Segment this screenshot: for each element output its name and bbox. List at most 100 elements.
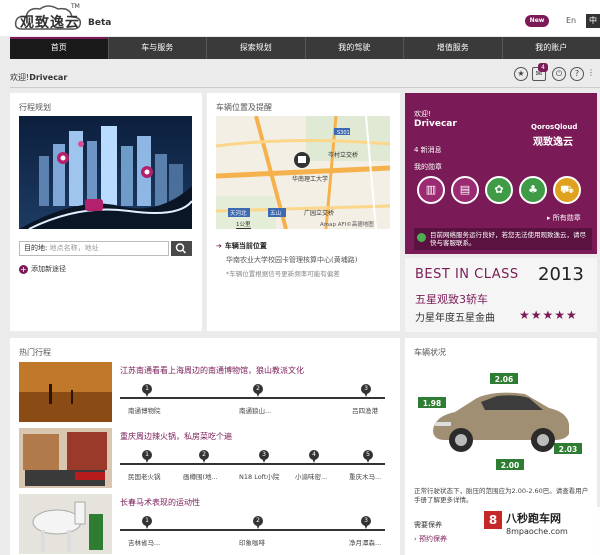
lang-en-link[interactable]: En xyxy=(566,16,576,25)
stop-label: 吉林省马... xyxy=(128,539,161,547)
car-image xyxy=(433,392,569,452)
trip-title: 行程规划 xyxy=(19,103,51,112)
search-button[interactable] xyxy=(171,241,192,256)
medal-route-icon[interactable]: ✿ xyxy=(485,176,513,204)
welcome-user: Drivecar xyxy=(29,73,68,82)
nav-my-account[interactable]: 我的账户 xyxy=(503,37,600,59)
location-title: 车辆位置及提醒 xyxy=(216,103,272,112)
more-icon[interactable]: ⋮ xyxy=(587,67,595,81)
medal-building-icon[interactable]: ▤ xyxy=(451,176,479,204)
reserve-maintenance-label: 预约保养 xyxy=(419,535,448,543)
hot-trips-card: 热门行程 江苏南通看看上海周边的南通博物馆，狼山教派文化 1 2 3 南通博物院… xyxy=(10,338,400,555)
brand-cn: 观致逸云 xyxy=(533,137,573,148)
account-hello: 欢迎! xyxy=(414,110,431,118)
add-route-link[interactable]: + 添加新途径 xyxy=(19,264,66,274)
trip-row[interactable]: 长春马术表现的运动性 1 2 3 吉林省马... 印象咖啡 净月潭森... xyxy=(19,494,391,555)
location-map[interactable]: S301 岑村立交桥 华南理工大学 天河北 五山 广园立交桥 1公里 Amap … xyxy=(216,116,390,229)
stop-label: 民国老火锅 xyxy=(128,473,161,481)
current-address: 华南农业大学校园卡管理核算中心(黄埔路) xyxy=(226,256,358,264)
location-note: *车辆位置根据信号更新频率可能有偏差 xyxy=(226,270,340,278)
stop-pin: 3 xyxy=(259,450,269,463)
all-medals-link[interactable]: ▸ 所有勋章 xyxy=(547,213,581,223)
stop-label: 画樽围(地... xyxy=(183,473,218,481)
trip-title[interactable]: 重庆周边辣火锅，私房菜吃个遍 xyxy=(120,431,232,442)
watermark-logo: 8 xyxy=(484,511,502,529)
service-status-text: 目前网络服务运行良好，若您无法使用观致逸云，请尽快与客服联系。 xyxy=(430,231,586,247)
award-banner[interactable]: BEST IN CLASS 2013 五星观致3轿车 力星年度五星金曲 ★★★★… xyxy=(405,258,597,332)
stop-pin: 3 xyxy=(361,516,371,529)
banner-best-in-class: BEST IN CLASS xyxy=(415,267,519,282)
all-medals-label: 所有勋章 xyxy=(552,214,581,222)
beta-label: Beta xyxy=(88,18,112,28)
hot-trips-title: 热门行程 xyxy=(19,348,51,357)
stop-label: 吕四渔港 xyxy=(352,407,378,415)
top-bar: 观致逸云 TM Beta New En 中 xyxy=(0,0,600,36)
map-attribution: Amap AFI©高德地图 xyxy=(320,222,374,228)
trip-planning-card: 行程规划 目的地: 地点名称，地址 + 添加新途径 xyxy=(10,93,202,331)
new-messages-link[interactable]: 4 新消息 xyxy=(414,145,442,155)
stop-pin: 2 xyxy=(253,384,263,397)
medal-car-icon[interactable]: ⛟ xyxy=(553,176,581,204)
stop-pin: 1 xyxy=(142,516,152,529)
stop-label: 印象咖啡 xyxy=(239,539,265,547)
stop-pin: 5 xyxy=(363,450,373,463)
stop-pin: 2 xyxy=(253,516,263,529)
trip-thumb-image xyxy=(19,428,112,488)
trip-thumb-image xyxy=(19,362,112,422)
trip-timeline xyxy=(120,397,385,399)
nav-explore[interactable]: 探索规划 xyxy=(207,37,306,59)
stop-label: 重庆木马... xyxy=(349,473,382,481)
destination-input[interactable]: 目的地: 地点名称，地址 xyxy=(19,241,169,256)
car-status-title: 车辆状况 xyxy=(414,348,446,357)
city-night-image xyxy=(19,116,192,229)
map-label-wushan: 五山 xyxy=(270,211,282,217)
help-icon[interactable]: ? xyxy=(570,67,584,81)
stop-pin: 2 xyxy=(199,450,209,463)
nav-car-services[interactable]: 车与服务 xyxy=(109,37,207,59)
map-label-guangyuan: 广园立交桥 xyxy=(304,210,335,217)
stop-pin: 4 xyxy=(309,450,319,463)
reserve-maintenance-link[interactable]: › 预约保养 xyxy=(414,534,447,544)
watermark-cn: 八秒跑车网 xyxy=(506,512,561,525)
medals-title: 我的勋章 xyxy=(414,163,442,171)
banner-stars: ★★★★★ xyxy=(519,308,578,322)
star-icon[interactable]: ★ xyxy=(514,67,528,81)
main-nav: 首页 车与服务 探索规划 我的驾驶 增值服务 我的账户 xyxy=(10,37,600,59)
banner-year: 2013 xyxy=(538,264,584,285)
watermark-url: 8mpaoche.com xyxy=(506,527,568,536)
stop-pin: 1 xyxy=(142,450,152,463)
mail-count-badge: 4 xyxy=(538,63,548,72)
destination-label: 目的地: xyxy=(24,244,48,252)
lang-zh-link[interactable]: 中 xyxy=(586,14,600,28)
trip-title[interactable]: 江苏南通看看上海周边的南通博物馆，狼山教派文化 xyxy=(120,365,304,376)
trip-row[interactable]: 重庆周边辣火锅，私房菜吃个遍 1 2 3 4 5 民国老火锅 画樽围(地... … xyxy=(19,428,391,490)
medal-tree-icon[interactable]: ♣ xyxy=(519,176,547,204)
stop-pin: 3 xyxy=(361,384,371,397)
trip-timeline xyxy=(120,463,385,465)
stop-pin: 1 xyxy=(142,384,152,397)
nav-value-added[interactable]: 增值服务 xyxy=(404,37,503,59)
trip-title[interactable]: 长春马术表现的运动性 xyxy=(120,497,200,508)
power-icon[interactable]: ⏻ xyxy=(552,67,566,81)
status-ok-icon xyxy=(417,233,426,242)
account-name: Drivecar xyxy=(414,119,457,129)
nav-home[interactable]: 首页 xyxy=(10,37,109,59)
welcome-prefix: 欢迎! xyxy=(10,73,30,82)
medal-city-icon[interactable]: ▥ xyxy=(417,176,445,204)
site-watermark: 8 八秒跑车网 8mpaoche.com xyxy=(480,507,600,555)
current-location-label: 车辆当前位置 xyxy=(216,241,267,251)
nav-my-driving[interactable]: 我的驾驶 xyxy=(306,37,404,59)
stop-label: N18 Loft小院 xyxy=(239,473,280,481)
banner-line1: 五星观致3轿车 xyxy=(415,293,488,306)
maintenance-label: 需要保养 xyxy=(414,521,442,529)
trademark: TM xyxy=(71,3,80,10)
trip-row[interactable]: 江苏南通看看上海周边的南通博物馆，狼山教派文化 1 2 3 南通博物院 南通狼山… xyxy=(19,362,391,424)
destination-placeholder: 地点名称，地址 xyxy=(49,244,99,252)
plus-icon: + xyxy=(19,265,28,274)
account-card: 欢迎! Drivecar QorosQloud 观致逸云 4 新消息 我的勋章 … xyxy=(405,93,597,254)
new-badge[interactable]: New xyxy=(525,15,549,27)
map-scale: 1公里 xyxy=(236,222,251,229)
logo-text: 观致逸云 xyxy=(20,15,80,31)
vehicle-location-card: 车辆位置及提醒 S301 岑村立交桥 华南理工大学 天河北 五山 广园立交桥 1… xyxy=(207,93,400,331)
divider xyxy=(10,87,600,88)
